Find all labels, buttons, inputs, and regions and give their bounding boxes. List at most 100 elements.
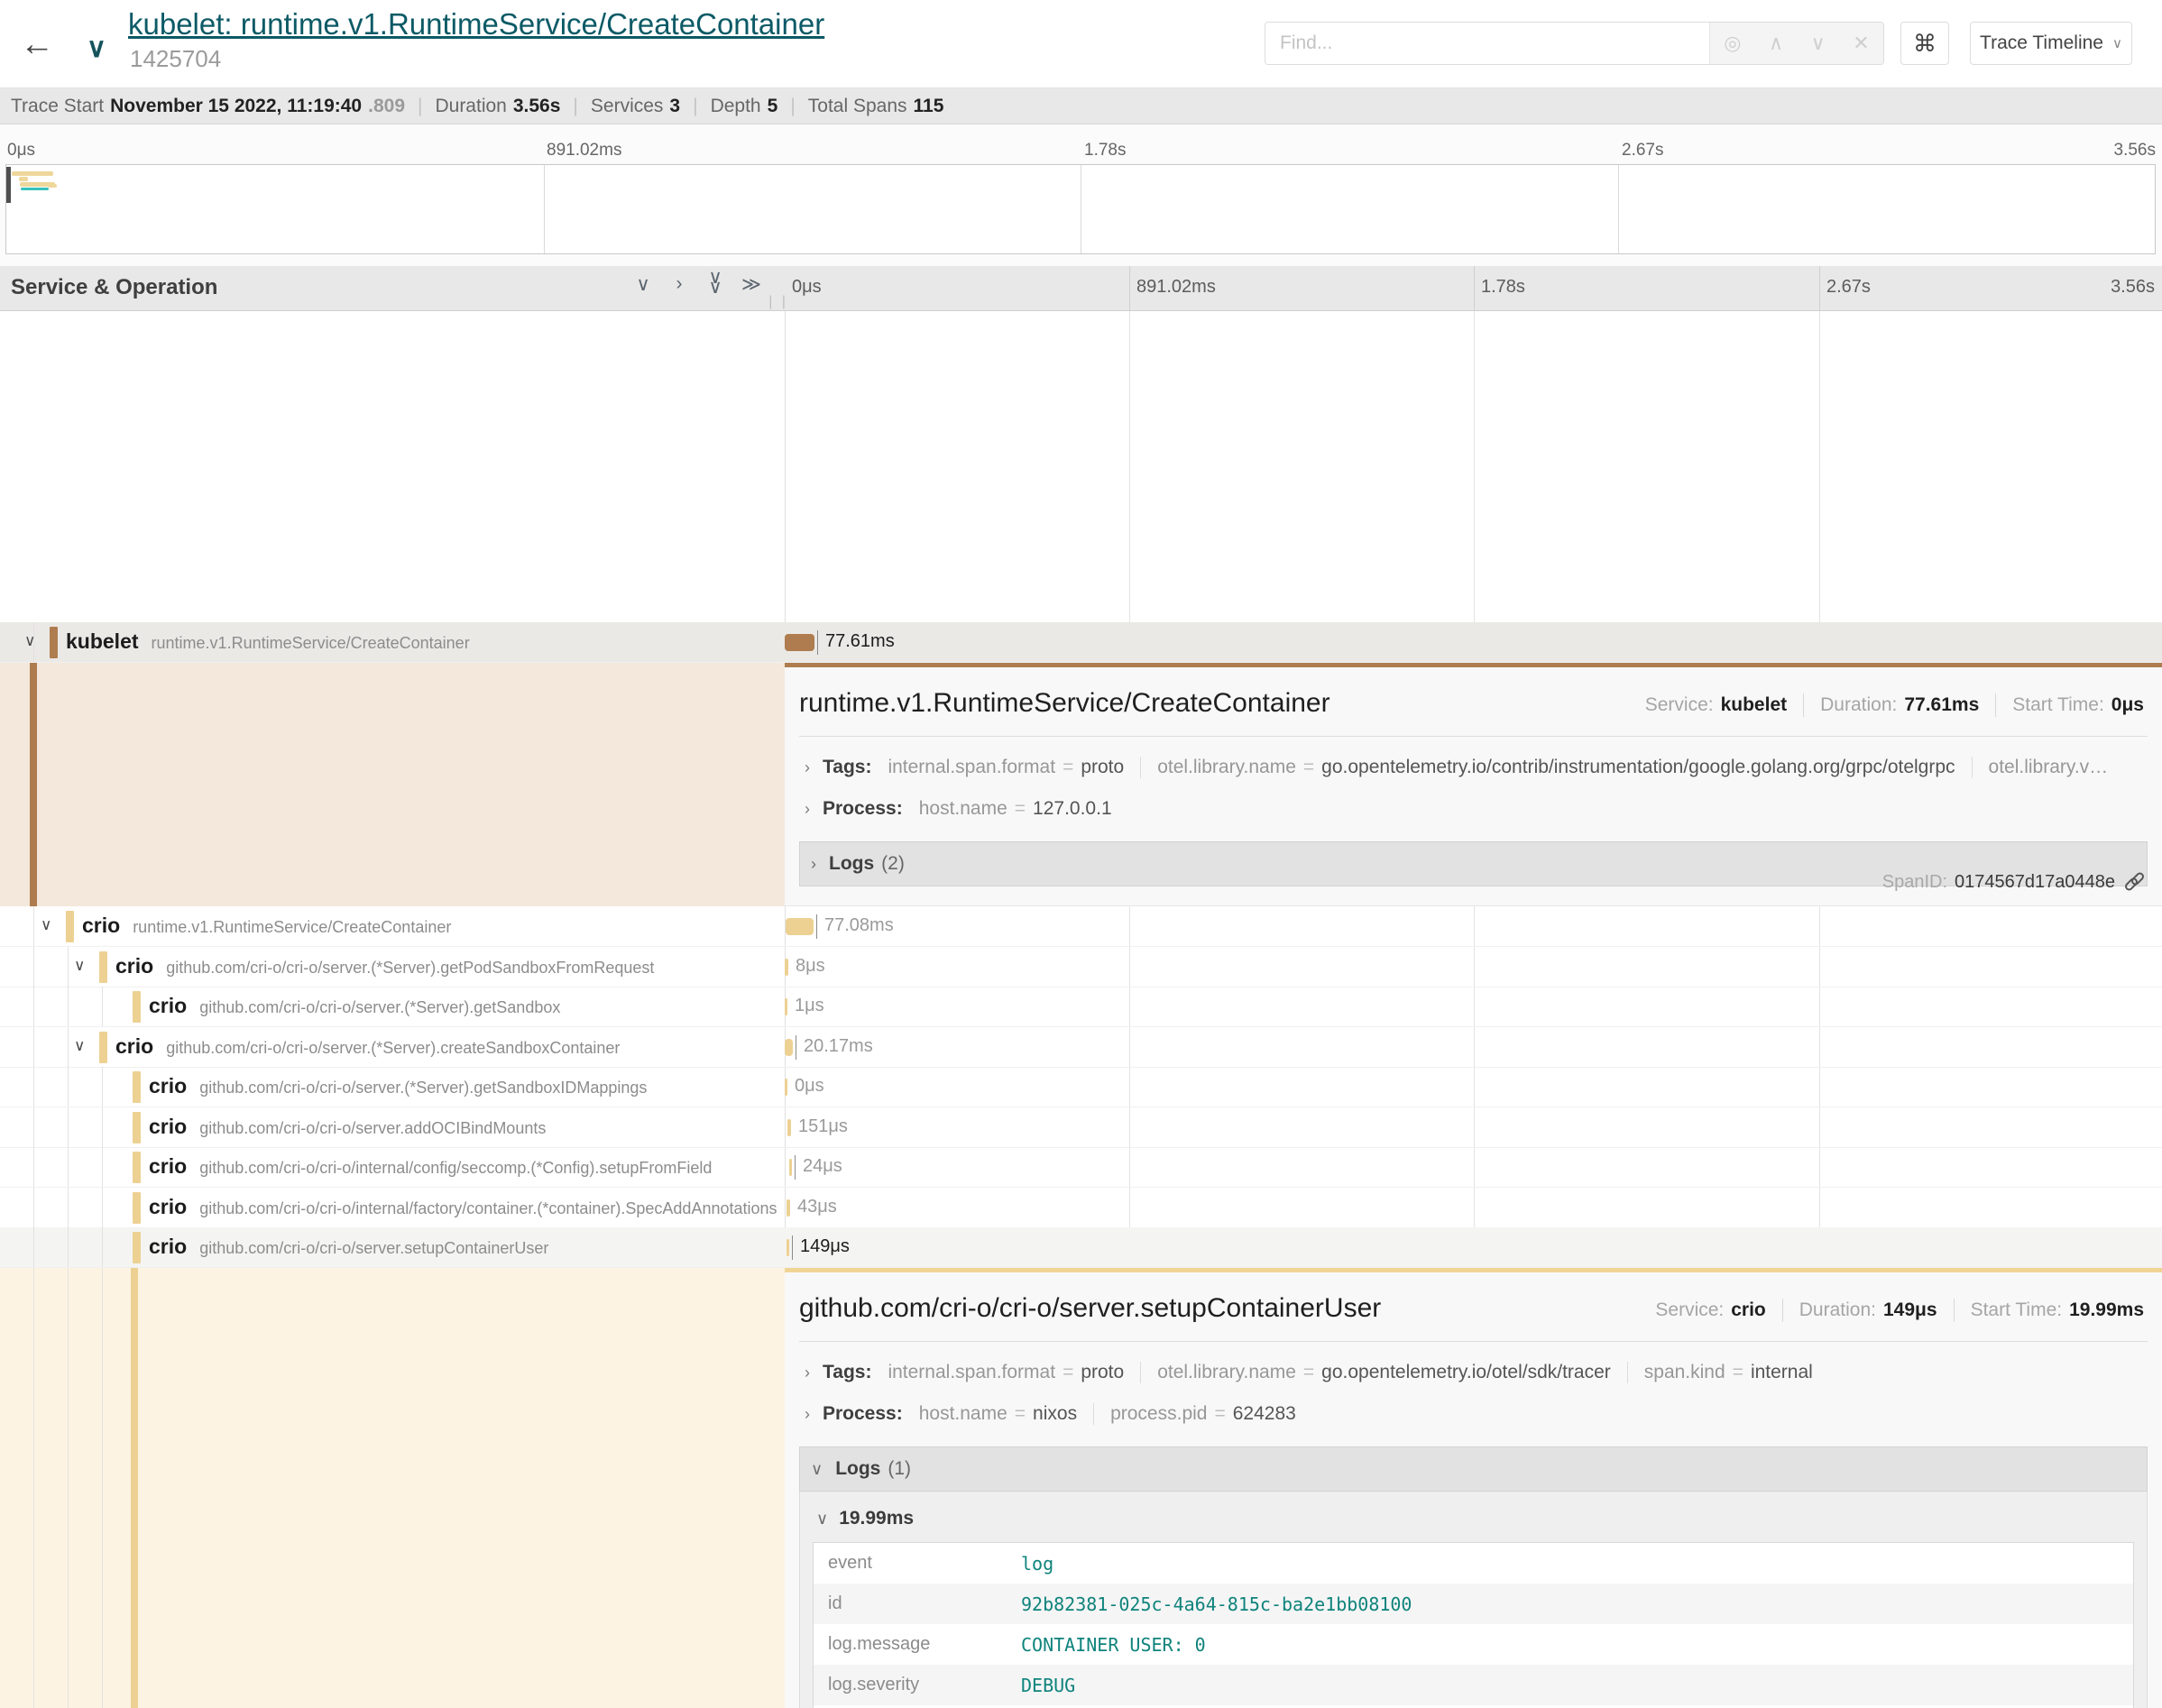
find-clear-icon[interactable]: ✕ bbox=[1853, 32, 1869, 55]
tags-row[interactable]: ›Tags:internal.span.format=protootel.lib… bbox=[799, 1362, 2148, 1383]
duration-value: 149μs bbox=[1883, 1299, 1937, 1321]
log-field-row[interactable]: log.severityDEBUG bbox=[814, 1665, 2133, 1705]
chevron-right-icon[interactable]: › bbox=[805, 800, 810, 819]
span-row[interactable]: criogithub.com/cri-o/cri-o/internal/conf… bbox=[0, 1147, 2162, 1188]
chevron-down-icon[interactable]: ∨ bbox=[74, 1037, 85, 1055]
span-name-cell[interactable]: ∨criogithub.com/cri-o/cri-o/server.(*Ser… bbox=[0, 1027, 785, 1067]
chevron-down-icon[interactable]: ∨ bbox=[816, 1510, 828, 1529]
span-duration-bar[interactable] bbox=[785, 998, 787, 1015]
chevron-down-icon[interactable]: ∨ bbox=[41, 916, 51, 934]
span-duration-bar[interactable] bbox=[785, 1079, 787, 1096]
span-row[interactable]: ∨kubeletruntime.v1.RuntimeService/Create… bbox=[0, 622, 2162, 663]
span-duration-bar[interactable] bbox=[785, 1039, 793, 1056]
span-detail-panel: github.com/cri-o/cri-o/server.setupConta… bbox=[0, 1268, 2162, 1708]
span-row[interactable]: criogithub.com/cri-o/cri-o/internal/fact… bbox=[0, 1188, 2162, 1228]
span-row[interactable]: criogithub.com/cri-o/cri-o/server.(*Serv… bbox=[0, 987, 2162, 1027]
indent-guide bbox=[33, 1268, 34, 1708]
span-timeline-cell[interactable]: 1μs bbox=[785, 987, 2162, 1026]
service-operation-heading: Service & Operation bbox=[11, 275, 217, 300]
trace-title-link[interactable]: kubelet: runtime.v1.RuntimeService/Creat… bbox=[128, 7, 824, 41]
span-row[interactable]: ∨crioruntime.v1.RuntimeService/CreateCon… bbox=[0, 906, 2162, 947]
duration-label: Duration: bbox=[1820, 694, 1897, 716]
span-rows-region: ∨kubeletruntime.v1.RuntimeService/Create… bbox=[0, 311, 2162, 1708]
minimap-canvas[interactable] bbox=[5, 164, 2156, 254]
span-row[interactable]: ∨criogithub.com/cri-o/cri-o/server.(*Ser… bbox=[0, 947, 2162, 987]
kv-pair[interactable]: internal.span.format=proto bbox=[888, 1362, 1124, 1383]
detail-body: runtime.v1.RuntimeService/CreateContaine… bbox=[785, 663, 2162, 906]
span-row[interactable]: criogithub.com/cri-o/cri-o/server.addOCI… bbox=[0, 1107, 2162, 1148]
span-name-cell[interactable]: criogithub.com/cri-o/cri-o/server.(*Serv… bbox=[0, 987, 785, 1026]
span-timeline-cell[interactable]: 24μs bbox=[785, 1147, 2162, 1187]
expand-all-icon[interactable]: ≫ bbox=[740, 273, 763, 296]
span-timeline-cell[interactable]: 8μs bbox=[785, 947, 2162, 987]
log-field-row[interactable]: id92b82381-025c-4a64-815c-ba2e1bb08100 bbox=[814, 1584, 2133, 1624]
span-name-cell[interactable]: criogithub.com/cri-o/cri-o/server.setupC… bbox=[0, 1227, 785, 1267]
span-name-cell[interactable]: ∨crioruntime.v1.RuntimeService/CreateCon… bbox=[0, 906, 785, 946]
back-arrow-icon[interactable]: ← bbox=[20, 25, 54, 64]
process-row[interactable]: ›Process:host.name=127.0.0.1 bbox=[799, 798, 2148, 820]
link-icon[interactable] bbox=[2124, 871, 2146, 893]
log-field-row[interactable]: eventlog bbox=[814, 1543, 2133, 1584]
chevron-down-icon[interactable]: ∨ bbox=[811, 1460, 823, 1479]
span-timeline-cell[interactable]: 77.08ms bbox=[785, 906, 2162, 946]
process-row[interactable]: ›Process:host.name=nixosprocess.pid=6242… bbox=[799, 1403, 2148, 1425]
span-timeline-cell[interactable]: 77.61ms bbox=[785, 622, 2162, 662]
span-row[interactable]: criogithub.com/cri-o/cri-o/server.(*Serv… bbox=[0, 1067, 2162, 1107]
kv-pair[interactable]: process.pid=624283 bbox=[1110, 1403, 1296, 1425]
span-duration-bar[interactable] bbox=[786, 918, 814, 935]
chevron-down-icon[interactable]: ∨ bbox=[74, 957, 85, 975]
span-name-cell[interactable]: ∨criogithub.com/cri-o/cri-o/server.(*Ser… bbox=[0, 947, 785, 987]
locate-icon[interactable]: ◎ bbox=[1724, 32, 1741, 55]
collapse-all-icon[interactable]: ∨∨ bbox=[704, 273, 727, 296]
chevron-right-icon[interactable]: › bbox=[811, 855, 816, 874]
chevron-right-icon[interactable]: › bbox=[805, 758, 810, 777]
span-duration-bar[interactable] bbox=[785, 959, 788, 976]
span-duration-bar[interactable] bbox=[785, 634, 814, 651]
collapse-one-icon[interactable]: ∨ bbox=[631, 273, 655, 296]
span-name-cell[interactable]: ∨kubeletruntime.v1.RuntimeService/Create… bbox=[0, 622, 785, 662]
span-duration-bar[interactable] bbox=[787, 1119, 791, 1136]
minimap-drag-handle[interactable] bbox=[6, 167, 11, 203]
span-duration-bar[interactable] bbox=[789, 1159, 792, 1176]
log-entry-header[interactable]: ∨ 19.99ms bbox=[813, 1495, 2134, 1542]
trace-collapse-chevron-icon[interactable]: ∨ bbox=[87, 32, 106, 64]
span-name-cell[interactable]: criogithub.com/cri-o/cri-o/internal/fact… bbox=[0, 1188, 785, 1227]
kv-pair[interactable]: otel.library.v… bbox=[1989, 757, 2109, 778]
chevron-down-icon[interactable]: ∨ bbox=[24, 632, 35, 650]
span-name-cell[interactable]: criogithub.com/cri-o/cri-o/internal/conf… bbox=[0, 1147, 785, 1187]
kv-pair[interactable]: host.name=nixos bbox=[919, 1403, 1077, 1425]
chevron-right-icon[interactable]: › bbox=[805, 1364, 810, 1382]
span-timeline-cell[interactable]: 43μs bbox=[785, 1188, 2162, 1227]
span-row[interactable]: ∨criogithub.com/cri-o/cri-o/server.(*Ser… bbox=[0, 1027, 2162, 1068]
expand-one-icon[interactable]: › bbox=[667, 273, 691, 296]
kv-pair[interactable]: internal.span.format=proto bbox=[888, 757, 1124, 778]
operation-name: github.com/cri-o/cri-o/internal/config/s… bbox=[199, 1159, 712, 1177]
find-prev-icon[interactable]: ∧ bbox=[1769, 32, 1783, 55]
chevron-right-icon[interactable]: › bbox=[805, 1405, 810, 1424]
kv-pair[interactable]: host.name=127.0.0.1 bbox=[919, 798, 1112, 820]
span-row[interactable]: criogithub.com/cri-o/cri-o/server.setupC… bbox=[0, 1227, 2162, 1268]
find-next-icon[interactable]: ∨ bbox=[1811, 32, 1826, 55]
start-time-label: Start Time: bbox=[1971, 1299, 2063, 1321]
log-timestamp: 19.99ms bbox=[839, 1508, 914, 1529]
span-duration-bar[interactable] bbox=[787, 1199, 790, 1217]
logs-accordion-header[interactable]: ∨Logs(1) bbox=[799, 1446, 2148, 1492]
span-name-cell[interactable]: criogithub.com/cri-o/cri-o/server.(*Serv… bbox=[0, 1067, 785, 1107]
keyboard-shortcuts-button[interactable]: ⌘ bbox=[1900, 22, 1949, 65]
log-field-row[interactable]: log.messageCONTAINER USER: 0 bbox=[814, 1624, 2133, 1665]
span-timeline-cell[interactable]: 151μs bbox=[785, 1107, 2162, 1147]
find-input[interactable] bbox=[1265, 23, 1709, 64]
kv-pair[interactable]: span.kind=internal bbox=[1644, 1362, 1813, 1383]
trace-start-fraction: .809 bbox=[368, 96, 405, 117]
span-timeline-cell[interactable]: 149μs bbox=[785, 1227, 2162, 1267]
span-timeline-cell[interactable]: 20.17ms bbox=[785, 1027, 2162, 1067]
kv-pair[interactable]: otel.library.name=go.opentelemetry.io/ot… bbox=[1157, 1362, 1611, 1383]
span-timeline-cell[interactable]: 0μs bbox=[785, 1067, 2162, 1107]
detail-accent-border bbox=[785, 1268, 2162, 1272]
trace-view-select[interactable]: Trace Timeline ∨ bbox=[1970, 22, 2132, 65]
tags-row[interactable]: ›Tags:internal.span.format=protootel.lib… bbox=[799, 757, 2148, 778]
span-duration-bar[interactable] bbox=[787, 1239, 789, 1256]
indent-guide bbox=[33, 1107, 34, 1147]
span-name-cell[interactable]: criogithub.com/cri-o/cri-o/server.addOCI… bbox=[0, 1107, 785, 1147]
kv-pair[interactable]: otel.library.name=go.opentelemetry.io/co… bbox=[1157, 757, 1955, 778]
